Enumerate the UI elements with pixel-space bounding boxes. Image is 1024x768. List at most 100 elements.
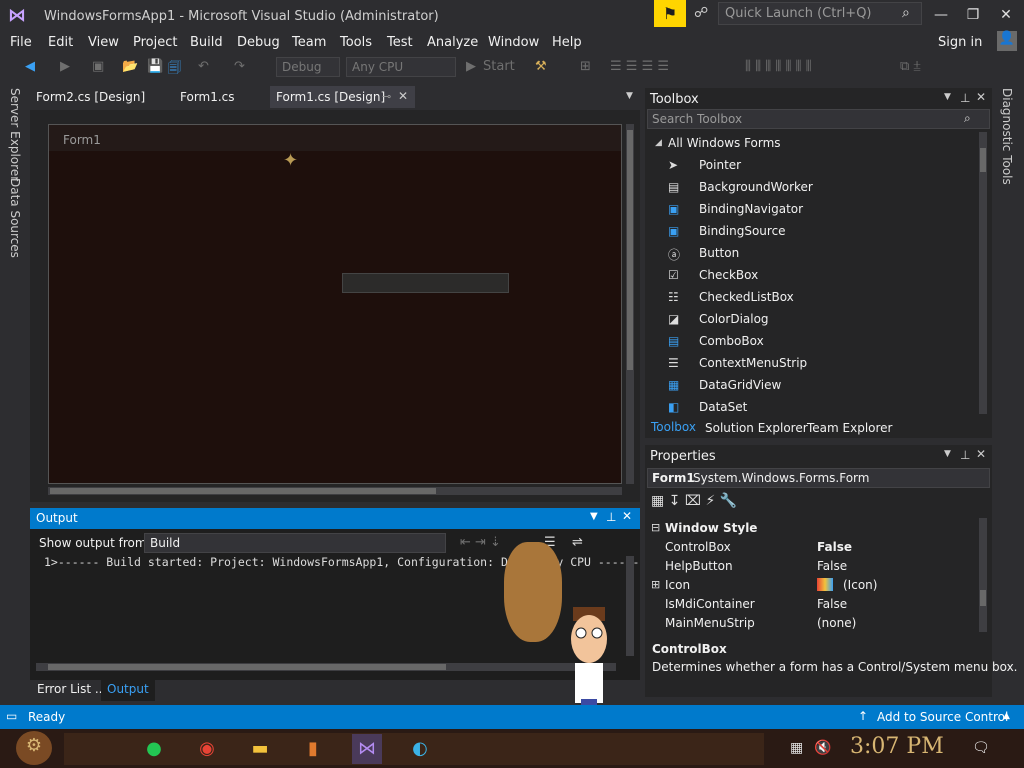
open-file-icon[interactable]: 📂 (122, 59, 138, 74)
sign-in-link[interactable]: Sign in (938, 35, 982, 50)
spotify-app-icon[interactable]: ● (139, 734, 169, 764)
output-pin-icon[interactable]: ⊥ (606, 510, 616, 524)
toolbox-item-backgroundworker[interactable]: BackgroundWorker (699, 180, 813, 194)
source-control-up-icon[interactable]: ↑ (858, 709, 868, 723)
designer-form[interactable] (48, 124, 622, 484)
word-wrap-icon[interactable]: ⇌ (572, 535, 583, 550)
toolbox-search-icon[interactable]: ⌕ (964, 111, 971, 126)
file-explorer-app-icon[interactable]: ▬ (245, 734, 275, 764)
menu-analyze[interactable]: Analyze (427, 35, 478, 50)
properties-toolbar-icons[interactable]: ▦ ↧ ⌧ ⚡ 🔧 (651, 493, 737, 509)
prop-name-ismdicontainer[interactable]: IsMdiContainer (665, 597, 755, 611)
properties-close-icon[interactable]: ✕ (976, 447, 986, 461)
tab-server-explorer[interactable]: Server Explorer (8, 88, 22, 181)
tab-toolbox[interactable]: Toolbox (651, 420, 696, 434)
taskbar-clock[interactable]: 3:07 PM (850, 734, 944, 759)
tab-data-sources[interactable]: Data Sources (8, 178, 22, 258)
properties-dropdown-icon[interactable]: ▼ (944, 449, 951, 459)
toolbox-item-datagridview[interactable]: DataGridView (699, 378, 781, 392)
menu-team[interactable]: Team (292, 35, 326, 50)
toolbox-search-input[interactable]: Search Toolbox (647, 109, 990, 129)
tab-diagnostic-tools[interactable]: Diagnostic Tools (1000, 88, 1014, 185)
tab-error-list[interactable]: Error List ... (37, 682, 106, 696)
prop-value-helpbutton[interactable]: False (817, 559, 847, 573)
toolbox-item-checkedlistbox[interactable]: CheckedListBox (699, 290, 794, 304)
prop-name-mainmenustrip[interactable]: MainMenuStrip (665, 616, 755, 630)
category-collapse-icon[interactable]: ⊟ (651, 521, 660, 534)
align-center-icon[interactable]: ☰ ☰ ☰ ☰ (610, 59, 669, 74)
menu-project[interactable]: Project (133, 35, 177, 50)
volume-muted-icon[interactable]: 🔇 (814, 740, 831, 756)
close-button[interactable]: ✕ (991, 4, 1021, 26)
toolbox-item-combobox[interactable]: ComboBox (699, 334, 764, 348)
toolbox-close-icon[interactable]: ✕ (976, 90, 986, 104)
menu-help[interactable]: Help (552, 35, 582, 50)
group-collapse-icon[interactable]: ◢ (655, 138, 662, 148)
account-icon[interactable]: 👤 (997, 31, 1017, 51)
output-dropdown-icon[interactable]: ▼ (590, 511, 598, 522)
chrome-app-icon[interactable]: ◉ (192, 734, 222, 764)
notification-flag-icon[interactable]: ⚑ (654, 0, 686, 27)
toolbox-item-contextmenustrip[interactable]: ContextMenuStrip (699, 356, 807, 370)
tab-form1-design[interactable]: Form1.cs [Design] (270, 86, 415, 108)
toolbox-pin-icon[interactable]: ⊥ (960, 91, 970, 105)
edge-app-icon[interactable]: ◐ (405, 734, 435, 764)
toolbox-item-button[interactable]: Button (699, 246, 739, 260)
designer-hscroll-thumb[interactable] (50, 488, 436, 494)
prop-name-controlbox[interactable]: ControlBox (665, 540, 731, 554)
prop-name-helpbutton[interactable]: HelpButton (665, 559, 733, 573)
toolbox-vscroll-thumb[interactable] (980, 148, 986, 172)
media-app-icon[interactable]: ▮ (298, 734, 328, 764)
tab-output[interactable]: Output (101, 679, 155, 701)
tab-team-explorer[interactable]: Team Explorer (807, 421, 893, 435)
spacing-icon[interactable]: ⫼ ⫼ ⫼ ⫼ ⫼ ⫼ ⫼ (745, 59, 812, 74)
toolbox-vscroll[interactable] (979, 132, 987, 414)
add-to-source-control[interactable]: Add to Source Control (877, 710, 1008, 724)
output-vscroll[interactable] (626, 556, 634, 656)
output-source-select[interactable]: Build (144, 533, 446, 553)
tab-form1-code[interactable]: Form1.cs (174, 86, 241, 108)
redo-icon[interactable]: ↷ (234, 59, 245, 74)
start-button[interactable]: Start (483, 59, 515, 74)
properties-pin-icon[interactable]: ⊥ (960, 448, 970, 462)
menu-file[interactable]: File (10, 35, 32, 50)
search-icon[interactable]: ⌕ (902, 5, 910, 21)
designer-vscroll-thumb[interactable] (627, 130, 633, 370)
toolbox-item-bindingnavigator[interactable]: BindingNavigator (699, 202, 803, 216)
toolbox-item-bindingsource[interactable]: BindingSource (699, 224, 786, 238)
toolbox-item-checkbox[interactable]: CheckBox (699, 268, 758, 282)
properties-vscroll[interactable] (979, 518, 987, 632)
visual-studio-app-icon[interactable]: ⋈ (352, 734, 382, 764)
minimize-button[interactable]: — (926, 4, 956, 26)
attach-icon[interactable]: ⚒ (535, 59, 547, 74)
config-select[interactable]: Debug (276, 57, 340, 77)
tab-solution-explorer[interactable]: Solution Explorer (705, 421, 808, 435)
menu-tools[interactable]: Tools (340, 35, 372, 50)
prop-value-icon[interactable]: (Icon) (843, 578, 877, 592)
prop-name-icon[interactable]: Icon (665, 578, 690, 592)
platform-select[interactable]: Any CPU (346, 57, 456, 77)
layout-icon[interactable]: ⧉ ⩲ (900, 59, 921, 74)
toolbox-item-dataset[interactable]: DataSet (699, 400, 747, 414)
save-icon[interactable]: 💾 (147, 59, 163, 74)
restore-button[interactable]: ❐ (958, 4, 988, 26)
menu-build[interactable]: Build (190, 35, 223, 50)
undo-icon[interactable]: ↶ (198, 59, 209, 74)
new-project-icon[interactable]: ▣ (92, 59, 104, 74)
prop-value-controlbox[interactable]: False (817, 540, 852, 554)
source-control-caret-icon[interactable]: ▲ (1003, 711, 1010, 721)
output-hscroll-thumb[interactable] (48, 664, 446, 670)
back-icon[interactable]: ◀ (25, 59, 35, 74)
prop-value-ismdicontainer[interactable]: False (817, 597, 847, 611)
form-button[interactable] (342, 273, 509, 293)
toolbox-group-header[interactable]: All Windows Forms (668, 136, 781, 150)
quick-launch-input[interactable]: Quick Launch (Ctrl+Q) (718, 2, 922, 25)
properties-vscroll-thumb[interactable] (980, 590, 986, 606)
forward-icon[interactable]: ▶ (60, 59, 70, 74)
prop-value-mainmenustrip[interactable]: (none) (817, 616, 856, 630)
notifications-icon[interactable]: 🗨 (972, 740, 990, 756)
output-close-icon[interactable]: ✕ (622, 509, 632, 523)
network-icon[interactable]: ▦ (790, 740, 803, 756)
tab-form2-design[interactable]: Form2.cs [Design] (30, 86, 151, 108)
pin-icon[interactable]: ⊸ (382, 90, 391, 103)
